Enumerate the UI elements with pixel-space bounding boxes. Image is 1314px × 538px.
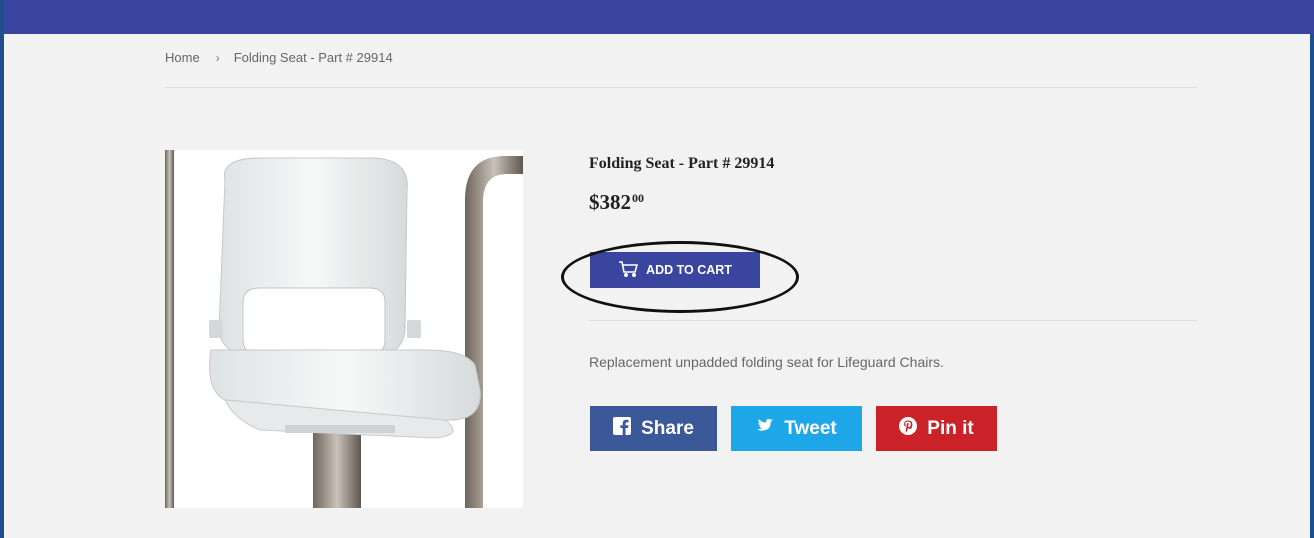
- facebook-icon: [613, 416, 632, 441]
- divider: [589, 320, 1197, 321]
- pinterest-icon: [899, 416, 918, 441]
- top-bar: [4, 0, 1314, 34]
- facebook-share-button[interactable]: Share: [590, 406, 717, 451]
- pinterest-pin-button[interactable]: Pin it: [876, 406, 997, 451]
- folding-seat-image: [165, 150, 523, 508]
- price-cents: 00: [632, 191, 644, 205]
- page-frame: Home › Folding Seat - Part # 29914 Foldi…: [0, 0, 1314, 538]
- breadcrumb-separator: ›: [215, 50, 220, 65]
- product-image[interactable]: [165, 150, 523, 508]
- twitter-tweet-button[interactable]: Tweet: [731, 406, 862, 451]
- product-price: $382 00: [589, 190, 644, 215]
- add-to-cart-label: ADD TO CART: [646, 263, 732, 277]
- cart-icon: [618, 260, 639, 280]
- product-title: Folding Seat - Part # 29914: [589, 155, 775, 172]
- breadcrumb: Home › Folding Seat - Part # 29914: [165, 50, 393, 65]
- breadcrumb-current: Folding Seat - Part # 29914: [233, 50, 393, 65]
- price-main: $382: [589, 190, 631, 214]
- twitter-icon: [756, 417, 774, 441]
- add-to-cart-button[interactable]: ADD TO CART: [590, 252, 760, 288]
- share-label: Share: [641, 417, 694, 439]
- tweet-label: Tweet: [784, 417, 837, 439]
- divider: [165, 87, 1197, 88]
- product-description: Replacement unpadded folding seat for Li…: [589, 354, 944, 370]
- pin-label: Pin it: [927, 417, 974, 439]
- breadcrumb-home-link[interactable]: Home: [165, 50, 200, 65]
